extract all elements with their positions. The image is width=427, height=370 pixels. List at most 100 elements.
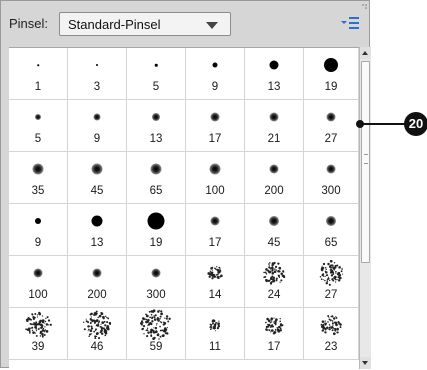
- brush-tip-splatter: [83, 310, 112, 340]
- brush-preset[interactable]: 9: [68, 100, 127, 152]
- brush-tip-splatter: [320, 315, 342, 336]
- brush-preset[interactable]: 21: [245, 100, 304, 152]
- brush-size-label: 200: [87, 289, 107, 301]
- brush-size-label: 24: [267, 289, 281, 301]
- brush-tip-splatter: [25, 311, 52, 338]
- brush-preset[interactable]: 200: [68, 256, 127, 308]
- brush-preset[interactable]: 300: [304, 152, 359, 204]
- brush-preset[interactable]: 17: [186, 100, 245, 152]
- brush-size-label: 39: [31, 341, 45, 353]
- vertical-scrollbar[interactable]: [359, 47, 371, 369]
- brush-preset[interactable]: 100: [9, 256, 68, 308]
- brush-tip-hard: [324, 58, 338, 72]
- brush-size-label: 13: [267, 81, 281, 93]
- brush-panel: Pinsel: Standard-Pinsel 1 3 5 9 13 19 5 9 13 17 21…: [0, 0, 371, 370]
- brush-tip-soft: [93, 113, 101, 121]
- brush-preset[interactable]: 27: [304, 100, 359, 152]
- brush-tip-soft: [269, 112, 279, 122]
- brush-preset[interactable]: 200: [245, 152, 304, 204]
- panel-header: Pinsel: Standard-Pinsel: [1, 1, 371, 45]
- brush-size-label: 13: [90, 237, 104, 249]
- brush-size-label: 17: [208, 133, 222, 145]
- brush-size-label: 100: [28, 289, 48, 301]
- brush-preset[interactable]: 19: [304, 48, 359, 100]
- brush-size-label: 19: [149, 237, 163, 249]
- brush-preset[interactable]: 100: [186, 152, 245, 204]
- brush-tip-splatter: [319, 260, 344, 286]
- brush-size-label: 9: [34, 237, 42, 249]
- brush-preset[interactable]: 23: [304, 308, 359, 360]
- brush-preset[interactable]: 39: [9, 308, 68, 360]
- brush-preset[interactable]: 17: [186, 204, 245, 256]
- resize-grip-icon[interactable]: [361, 3, 369, 11]
- brush-size-label: 11: [209, 341, 221, 353]
- brush-size-label: 23: [324, 341, 338, 353]
- brush-tip-soft: [33, 268, 43, 278]
- callout-leader-line: [360, 123, 410, 125]
- brush-size-label: 45: [267, 237, 281, 249]
- scrollbar-thumb[interactable]: [361, 61, 370, 263]
- brush-preset[interactable]: 65: [127, 152, 186, 204]
- brush-tip-hard: [96, 64, 98, 66]
- brush-preset[interactable]: 27: [304, 256, 359, 308]
- brush-size-label: 46: [90, 341, 104, 353]
- brush-tip-splatter: [140, 309, 171, 340]
- brush-size-label: 17: [208, 237, 222, 249]
- brush-size-label: 100: [205, 185, 225, 197]
- brush-size-label: 17: [267, 341, 281, 353]
- brush-tip-soft: [92, 268, 102, 278]
- brush-preset[interactable]: 300: [127, 256, 186, 308]
- brush-size-label: 9: [93, 133, 101, 145]
- brush-preset[interactable]: 17: [245, 308, 304, 360]
- brush-preset[interactable]: 5: [9, 100, 68, 152]
- brush-set-dropdown[interactable]: Standard-Pinsel: [59, 12, 231, 36]
- brush-size-label: 14: [208, 289, 222, 301]
- brush-tip-hard: [37, 64, 39, 66]
- brush-tip-soft: [269, 216, 279, 226]
- brush-preset[interactable]: 45: [245, 204, 304, 256]
- brush-tip-splatter: [207, 266, 223, 280]
- brush-size-label: 13: [149, 133, 163, 145]
- brush-tip-soft: [326, 216, 336, 226]
- brush-preset[interactable]: 13: [68, 204, 127, 256]
- scroll-down-button[interactable]: [360, 357, 371, 369]
- brush-size-label: 21: [267, 133, 281, 145]
- brush-tip-hard: [154, 63, 158, 67]
- brush-preset[interactable]: 9: [186, 48, 245, 100]
- brush-preset[interactable]: 13: [245, 48, 304, 100]
- brush-tip-soft: [326, 164, 336, 174]
- brush-set-label: Pinsel:: [9, 16, 49, 31]
- brush-size-label: 200: [264, 185, 284, 197]
- brush-preset[interactable]: 11: [186, 308, 245, 360]
- brush-preset[interactable]: 9: [9, 204, 68, 256]
- brush-tip-soft: [210, 216, 220, 226]
- brush-tip-soft: [32, 163, 44, 175]
- brush-preset[interactable]: 35: [9, 152, 68, 204]
- callout-badge: 20: [404, 112, 427, 136]
- brush-size-label: 5: [34, 133, 42, 145]
- brush-preset[interactable]: 59: [127, 308, 186, 360]
- brush-preset[interactable]: 1: [9, 48, 68, 100]
- brush-preset[interactable]: 46: [68, 308, 127, 360]
- brush-tip-soft: [269, 164, 279, 174]
- brush-preset[interactable]: 24: [245, 256, 304, 308]
- brush-preset[interactable]: 19: [127, 204, 186, 256]
- brush-size-label: 1: [34, 81, 42, 93]
- panel-menu-icon[interactable]: [339, 14, 361, 32]
- brush-size-label: 5: [152, 81, 160, 93]
- brush-preset[interactable]: 45: [68, 152, 127, 204]
- scroll-up-button[interactable]: [360, 47, 371, 59]
- brush-grid: 1 3 5 9 13 19 5 9 13 17 21 27 35 45 65 100 200 300 9 13 19 17…: [9, 47, 359, 370]
- brush-size-label: 35: [31, 185, 45, 197]
- brush-preset[interactable]: 13: [127, 100, 186, 152]
- brush-tip-soft: [210, 112, 220, 122]
- brush-tip-hard: [212, 62, 218, 68]
- brush-tip-soft: [150, 163, 162, 175]
- brush-preset[interactable]: 5: [127, 48, 186, 100]
- brush-tip-soft: [209, 163, 221, 175]
- brush-preset[interactable]: 14: [186, 256, 245, 308]
- brush-size-label: 9: [211, 81, 219, 93]
- brush-size-label: 19: [324, 81, 338, 93]
- brush-preset[interactable]: 65: [304, 204, 359, 256]
- brush-preset[interactable]: 3: [68, 48, 127, 100]
